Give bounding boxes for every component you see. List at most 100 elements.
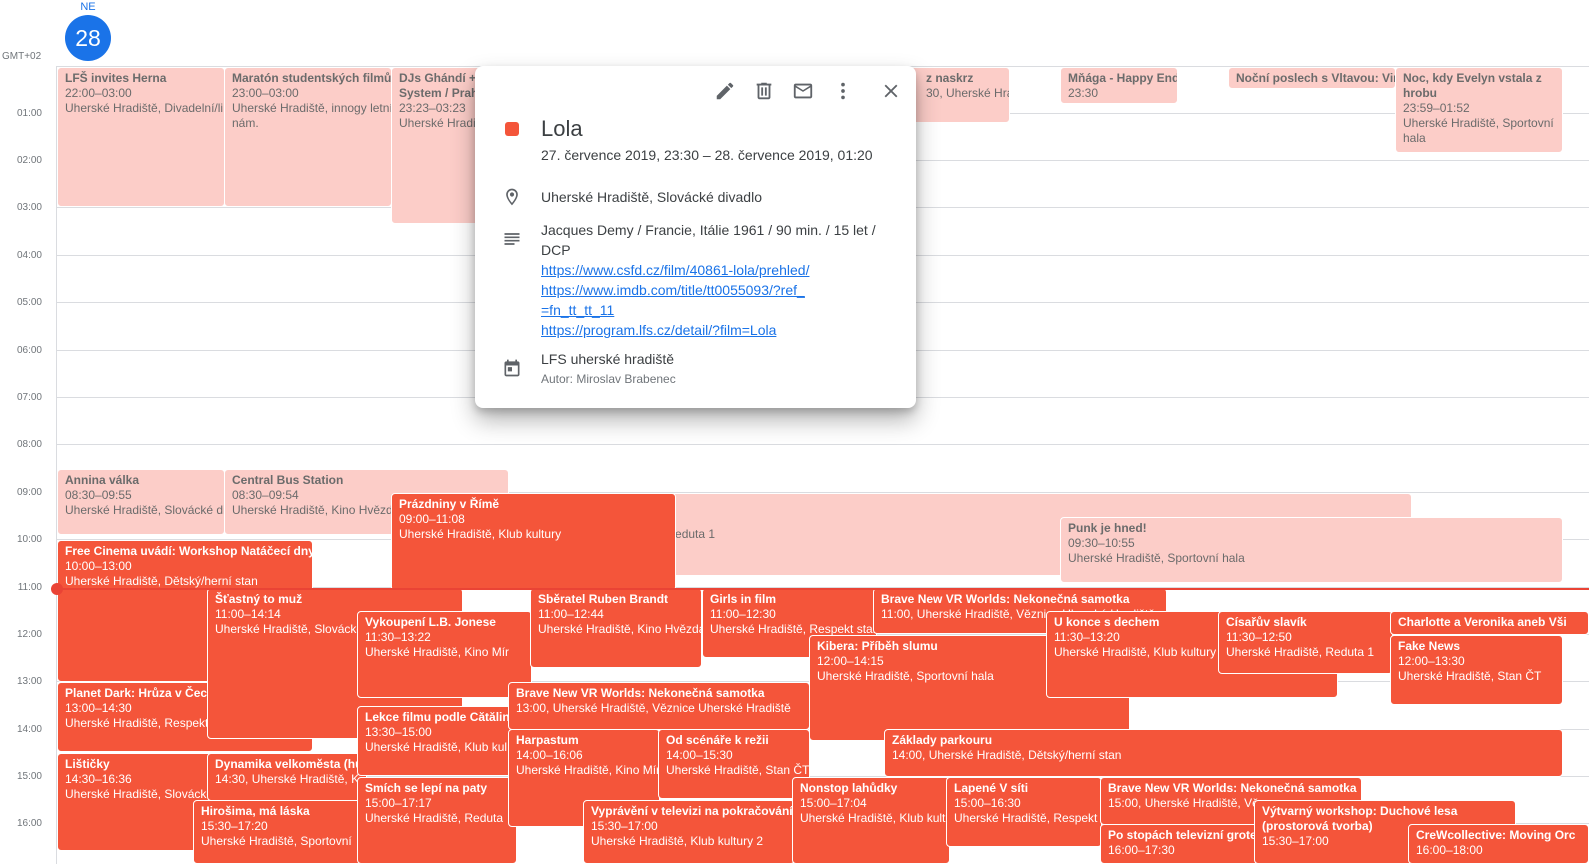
event-title: Smích se lepí na paty [365,781,488,795]
hour-label: 16:00 [16,818,42,829]
hour-label: 07:00 [16,392,42,403]
event-chip[interactable]: Charlotte a Veronika aneb Vši [1390,611,1589,635]
event-time: 15:00–16:30 [954,796,1021,810]
event-time: 13:00, Uherské Hradiště, Věznice Uherské… [516,701,791,715]
event-time: 13:30–15:00 [365,725,432,739]
more-options-icon[interactable] [832,80,854,102]
event-chip[interactable]: Od scénáře k režii 14:00–15:30 Uherské H… [658,729,810,799]
event-chip[interactable]: Základy parkouru 14:00, Uherské Hradiště… [884,729,1563,777]
event-chip[interactable]: Noční poslech s Vltavou: Virt [1228,67,1396,89]
event-location: Uherské Hradiště, Reduta 1 [1226,645,1375,659]
event-chip[interactable]: Noc, kdy Evelyn vstala z hrobu 23:59–01:… [1395,67,1563,153]
event-chip[interactable]: Maratón studentských filmů 2 23:00–03:00… [224,67,392,207]
close-icon[interactable] [880,80,902,102]
event-title: Po stopách televizní grotes [1108,828,1260,842]
event-location: Uherské Hradiště, Kino Mír [516,763,660,777]
day-number-button[interactable]: 28 [65,15,111,61]
event-title: DJs Ghándí + [399,71,477,85]
hour-label: 14:00 [16,724,42,735]
event-chip[interactable]: Vykoupení L.B. Jonese 11:30–13:22 Uhersk… [357,611,532,698]
imdb-link[interactable]: https://www.imdb.com/title/tt0055093/?re… [541,280,811,320]
event-title: System / Prah [399,86,479,100]
event-chip[interactable]: Po stopách televizní grotes 16:00–17:30 [1100,824,1260,864]
event-chip[interactable]: Fake News 12:00–13:30 Uherské Hradiště, … [1390,635,1563,705]
event-chip[interactable]: Smích se lepí na paty 15:00–17:17 Uhersk… [357,777,517,864]
event-time: 14:30, Uherské Hradiště, K [215,772,360,786]
event-chip[interactable]: CreWcollective: Moving Orc 16:00–18:00 [1408,824,1589,864]
event-title: Lekce filmu podle Cătălina [365,710,517,724]
event-time: 14:30–16:36 [65,772,132,786]
csfd-link[interactable]: https://www.csfd.cz/film/40861-lola/preh… [541,260,891,280]
event-title: Charlotte a Veronika aneb Vši [1398,615,1567,629]
event-color-swatch [505,122,519,136]
event-location: Uherské Hradiště, Slovácké di [65,503,225,517]
event-title: z naskrz [926,71,974,85]
event-location: Uherské Hradiště, Klub kultury [399,527,562,541]
event-location: 30, Uherské Hradiště, Reduta 1 [926,86,1009,100]
event-title: Noční poslech s Vltavou: Virt [1236,71,1396,85]
event-title: Brave New VR Worlds: Nekonečná samotka [881,592,1130,606]
event-title: Central Bus Station [232,473,344,487]
event-location: Uherské Hradiště, Sportovní hala [1068,551,1245,565]
event-chip[interactable]: Dynamika velkoměsta (hud 14:30, Uherské … [207,753,367,801]
event-location: Uherské Hradiště, Klub kult [800,811,946,825]
event-chip[interactable]: Lekce filmu podle Cătălina 13:30–15:00 U… [357,706,517,776]
event-time: 10:00–13:00 [65,559,132,573]
event-chip[interactable]: Sběratel Ruben Brandt 11:00–12:44 Uhersk… [530,588,702,668]
event-chip[interactable]: Annina válka 08:30–09:55 Uherské Hradišt… [57,469,225,535]
event-title: Brave New VR Worlds: Nekonečná samotka [1108,781,1357,795]
hour-label: 15:00 [16,771,42,782]
event-title: Nonstop lahůdky [800,781,898,795]
program-link[interactable]: https://program.lfs.cz/detail/?film=Lola [541,320,891,340]
event-time: 22:00–03:00 [65,86,132,100]
event-time: 14:00–16:06 [516,748,583,762]
hour-label: 10:00 [16,534,42,545]
event-title: Dynamika velkoměsta (hud [215,757,367,771]
event-time: 11:00–12:30 [710,607,776,621]
event-chip[interactable]: Císařův slavík 11:30–12:50 Uherské Hradi… [1218,611,1393,674]
hour-label: 06:00 [16,345,42,356]
event-time: 09:00–11:08 [399,512,465,526]
edit-icon[interactable] [714,80,736,102]
event-time: 23:30 [1068,86,1099,100]
event-time: 11:30–12:50 [1226,630,1292,644]
event-title: Lapené V síti [954,781,1029,795]
hour-label: 01:00 [16,108,42,119]
hour-label: 12:00 [16,629,42,640]
event-time: 08:30–09:55 [65,488,132,502]
event-title: Sběratel Ruben Brandt [538,592,669,606]
popup-event-title: Lola [541,116,583,141]
event-time: 11:00–12:44 [538,607,604,621]
event-location: Uherské Hradiště, Kino Mír [365,645,510,659]
event-title: Maratón studentských filmů 2 [232,71,392,85]
event-title: Annina válka [65,473,140,487]
event-location: Uherské Hradiště, Divadelní/li [65,101,224,115]
event-time: 11:30–13:22 [365,630,431,644]
event-chip[interactable]: Hirošima, má láska 15:30–17:20 Uherské H… [193,800,363,864]
timezone-label: GMT+02 [2,51,42,62]
event-chip[interactable]: Mňága - Happy End, 23:30 [1060,67,1178,104]
day-name: NE [80,1,96,13]
event-chip[interactable]: LFŠ invites Herna 22:00–03:00 Uherské Hr… [57,67,225,207]
event-chip[interactable]: Punk je hned! 09:30–10:55 Uherské Hradiš… [1060,517,1563,583]
email-icon[interactable] [792,80,814,102]
event-time: 16:00–17:30 [1108,843,1175,857]
event-chip[interactable]: Prázdniny v Římě 09:00–11:08 Uherské Hra… [391,493,676,591]
popup-calendar-name: LFS uherské hradiště [541,351,675,367]
event-time: 23:23–03:23 [399,101,466,115]
delete-icon[interactable] [753,80,775,102]
event-chip[interactable]: Nonstop lahůdky 15:00–17:04 Uherské Hrad… [792,777,950,864]
event-location: Uherské Hradiště, Sportovní hala [1403,116,1554,145]
event-chip[interactable]: Vyprávění v televizi na pokračování 15:3… [583,800,795,864]
current-time-dot [51,583,63,595]
event-chip[interactable]: Brave New VR Worlds: Nekonečná samotka 1… [508,682,810,730]
popup-event-description: Jacques Demy / Francie, Itálie 1961 / 90… [541,220,891,340]
event-title: Císařův slavík [1226,615,1307,629]
event-location: Uherské Hradiště, innogy letní [232,101,392,115]
event-location: Uherské Hradiště, Klub kul [365,740,508,754]
hour-label: 11:00 [17,582,42,593]
event-chip[interactable]: Lapené V síti 15:00–16:30 Uherské Hradiš… [946,777,1102,847]
event-title: Šťastný to muž [215,592,303,606]
event-time: 23:59–01:52 [1403,101,1470,115]
hour-label: 08:00 [16,439,42,450]
